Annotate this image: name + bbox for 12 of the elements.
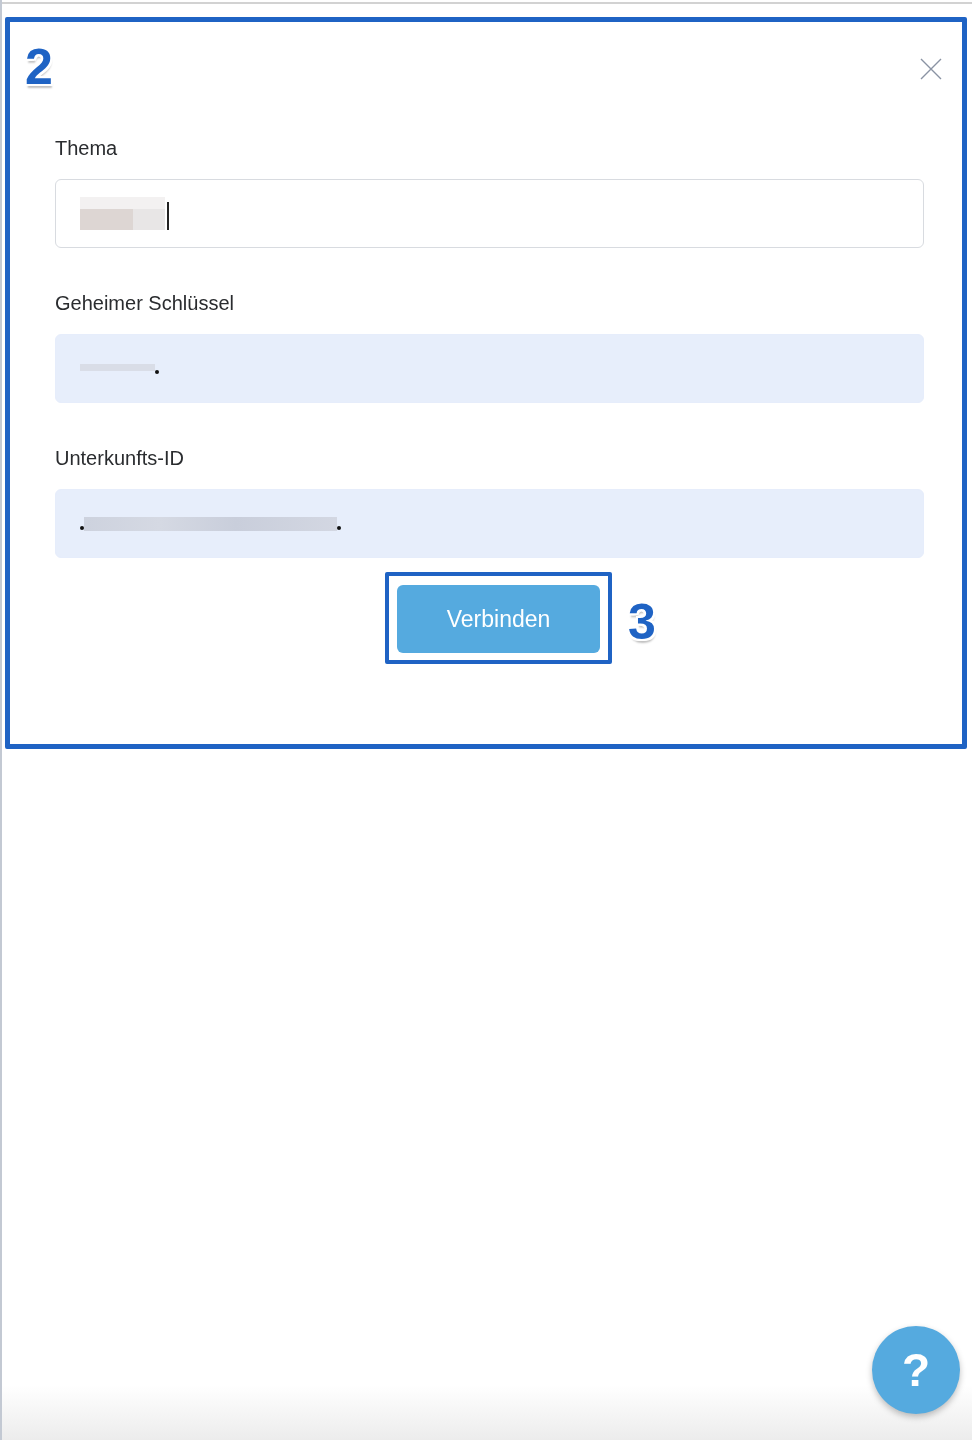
input-field[interactable] bbox=[55, 334, 924, 403]
text-cursor-icon bbox=[167, 201, 169, 230]
field-label: Unterkunfts-ID bbox=[55, 446, 185, 470]
help-button[interactable]: ? bbox=[872, 1326, 960, 1414]
field-label: Thema bbox=[55, 136, 119, 160]
input-field[interactable] bbox=[55, 179, 924, 248]
step-number: 2 bbox=[25, 42, 53, 92]
field-label: Geheimer Schlüssel bbox=[55, 291, 235, 315]
input-field[interactable] bbox=[55, 489, 924, 558]
step-number: 3 bbox=[628, 597, 656, 647]
connect-button[interactable]: Verbinden bbox=[397, 585, 600, 653]
close-icon[interactable] bbox=[920, 58, 942, 80]
